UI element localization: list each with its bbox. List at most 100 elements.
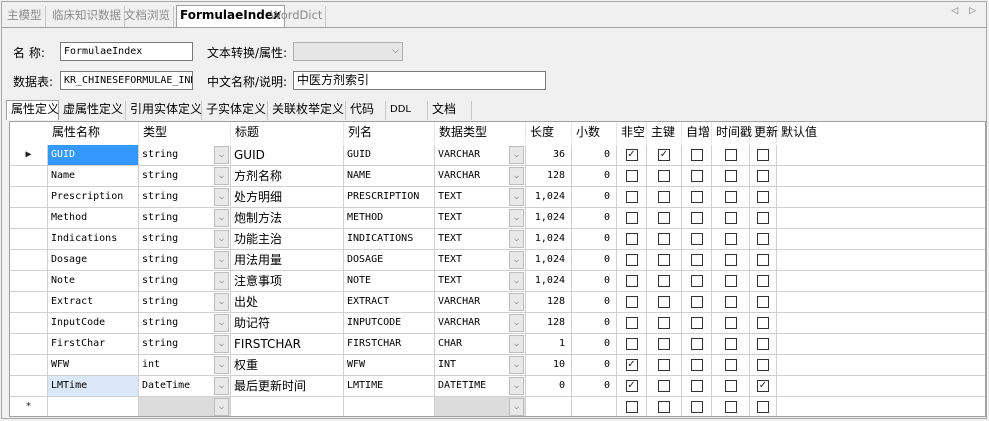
tab-2[interactable]: 引用实体定义 xyxy=(126,101,202,120)
cell-name[interactable] xyxy=(48,397,139,416)
auto-checkbox[interactable] xyxy=(690,191,703,203)
cell-type[interactable]: string ⌵ xyxy=(139,334,231,355)
col-header-8[interactable]: 主键 xyxy=(647,122,682,143)
notnull-checkbox[interactable] xyxy=(625,296,638,308)
cell-default[interactable] xyxy=(777,355,985,376)
ts-checkbox[interactable] xyxy=(724,338,737,350)
tab-6[interactable]: DDL xyxy=(386,101,428,120)
cell-type[interactable]: string ⌵ xyxy=(139,187,231,208)
cell-name[interactable]: Indications xyxy=(48,229,139,250)
col-header-10[interactable]: 时间戳 xyxy=(712,122,752,143)
auto-checkbox[interactable] xyxy=(690,212,703,224)
chevron-down-icon[interactable]: ⌵ xyxy=(509,188,524,206)
cell-len[interactable]: 0 xyxy=(526,376,572,397)
table-row[interactable]: WFW int ⌵ 权重 WFW INT ⌵ 10 0 ✓ xyxy=(10,355,985,376)
cell-len[interactable]: 1,024 xyxy=(526,271,572,292)
chevron-down-icon[interactable]: ⌵ xyxy=(509,314,524,332)
cell-type[interactable]: string ⌵ xyxy=(139,208,231,229)
row-header[interactable] xyxy=(10,292,48,313)
pk-checkbox[interactable] xyxy=(658,233,670,245)
chevron-down-icon[interactable]: ⌵ xyxy=(214,356,229,374)
cell-title[interactable]: 最后更新时间 xyxy=(231,376,344,397)
cell-title[interactable]: 炮制方法 xyxy=(231,208,344,229)
upd-checkbox[interactable] xyxy=(757,401,769,413)
row-header[interactable] xyxy=(10,166,48,187)
cell-col[interactable]: NOTE xyxy=(344,271,435,292)
table-field[interactable]: KR_CHINESEFORMULAE_INDEX xyxy=(60,71,193,90)
ts-checkbox[interactable] xyxy=(724,191,737,203)
auto-checkbox[interactable] xyxy=(690,401,703,413)
chevron-down-icon[interactable]: ⌵ xyxy=(509,335,524,353)
table-row[interactable]: Extract string ⌵ 出处 EXTRACT VARCHAR ⌵ 128 0 xyxy=(10,292,985,313)
cell-default[interactable] xyxy=(777,208,985,229)
ts-checkbox[interactable] xyxy=(724,149,737,161)
cell-title[interactable] xyxy=(231,397,344,416)
notnull-checkbox[interactable]: ✓ xyxy=(625,149,638,161)
table-row[interactable]: Dosage string ⌵ 用法用量 DOSAGE TEXT ⌵ 1,024 0 xyxy=(10,250,985,271)
cell-title[interactable]: 功能主治 xyxy=(231,229,344,250)
cell-dec[interactable]: 0 xyxy=(572,145,617,166)
cell-name[interactable]: Dosage xyxy=(48,250,139,271)
cell-type[interactable]: string ⌵ xyxy=(139,250,231,271)
cell-type[interactable]: string ⌵ xyxy=(139,166,231,187)
cell-dec[interactable]: 0 xyxy=(572,166,617,187)
pk-checkbox[interactable] xyxy=(658,338,670,350)
ts-checkbox[interactable] xyxy=(724,170,737,182)
upd-checkbox[interactable]: ✓ xyxy=(757,380,769,392)
cell-default[interactable] xyxy=(777,250,985,271)
ts-checkbox[interactable] xyxy=(724,233,737,245)
chevron-down-icon[interactable]: ⌵ xyxy=(214,230,229,248)
pk-checkbox[interactable] xyxy=(658,170,670,182)
doc-tab-0[interactable]: 主模型 xyxy=(4,6,46,27)
chevron-down-icon[interactable]: ⌵ xyxy=(214,209,229,227)
ts-checkbox[interactable] xyxy=(724,317,737,329)
pk-checkbox[interactable]: ✓ xyxy=(658,149,670,161)
cell-len[interactable]: 1 xyxy=(526,334,572,355)
cell-default[interactable] xyxy=(777,397,985,416)
cell-type[interactable]: string ⌵ xyxy=(139,313,231,334)
table-row[interactable]: Method string ⌵ 炮制方法 METHOD TEXT ⌵ 1,024 0 xyxy=(10,208,985,229)
cell-col[interactable]: LMTIME xyxy=(344,376,435,397)
tab-5[interactable]: 代码 xyxy=(346,101,386,120)
notnull-checkbox[interactable] xyxy=(625,401,638,413)
cn-name-field[interactable]: 中医方剂索引 xyxy=(293,71,546,90)
pk-checkbox[interactable] xyxy=(658,275,670,287)
cell-dtype[interactable]: VARCHAR ⌵ xyxy=(435,166,526,187)
cell-dec[interactable]: 0 xyxy=(572,208,617,229)
pk-checkbox[interactable] xyxy=(658,296,670,308)
chevron-down-icon[interactable]: ⌵ xyxy=(509,230,524,248)
col-header-3[interactable]: 列名 xyxy=(344,122,435,143)
auto-checkbox[interactable] xyxy=(690,317,703,329)
chevron-down-icon[interactable]: ⌵ xyxy=(509,356,524,374)
cell-dec[interactable] xyxy=(572,397,617,416)
cell-len[interactable]: 1,024 xyxy=(526,187,572,208)
ts-checkbox[interactable] xyxy=(724,401,737,413)
chevron-down-icon[interactable]: ⌵ xyxy=(214,188,229,206)
cell-title[interactable]: 出处 xyxy=(231,292,344,313)
cell-default[interactable] xyxy=(777,376,985,397)
cell-type[interactable]: int ⌵ xyxy=(139,355,231,376)
col-header-4[interactable]: 数据类型 xyxy=(435,122,526,143)
notnull-checkbox[interactable] xyxy=(625,275,638,287)
pk-checkbox[interactable] xyxy=(658,254,670,266)
chevron-down-icon[interactable]: ⌵ xyxy=(214,335,229,353)
upd-checkbox[interactable] xyxy=(757,296,769,308)
cell-dtype[interactable]: VARCHAR ⌵ xyxy=(435,313,526,334)
upd-checkbox[interactable] xyxy=(757,170,769,182)
cell-dtype[interactable]: CHAR ⌵ xyxy=(435,334,526,355)
doc-tab-2[interactable]: 文档浏览 xyxy=(121,6,174,27)
cell-col[interactable]: INDICATIONS xyxy=(344,229,435,250)
chevron-down-icon[interactable]: ⌵ xyxy=(509,167,524,185)
upd-checkbox[interactable] xyxy=(757,275,769,287)
table-row[interactable]: FirstChar string ⌵ FIRSTCHAR FIRSTCHAR CHAR ⌵ 1… xyxy=(10,334,985,355)
cell-dtype[interactable]: TEXT ⌵ xyxy=(435,229,526,250)
chevron-down-icon[interactable]: ⌵ xyxy=(509,272,524,290)
pk-checkbox[interactable] xyxy=(658,191,670,203)
row-header[interactable]: * xyxy=(10,397,48,416)
cell-dec[interactable]: 0 xyxy=(572,187,617,208)
row-header[interactable] xyxy=(10,355,48,376)
row-header[interactable] xyxy=(10,208,48,229)
cell-col[interactable]: METHOD xyxy=(344,208,435,229)
notnull-checkbox[interactable] xyxy=(625,191,638,203)
ts-checkbox[interactable] xyxy=(724,254,737,266)
